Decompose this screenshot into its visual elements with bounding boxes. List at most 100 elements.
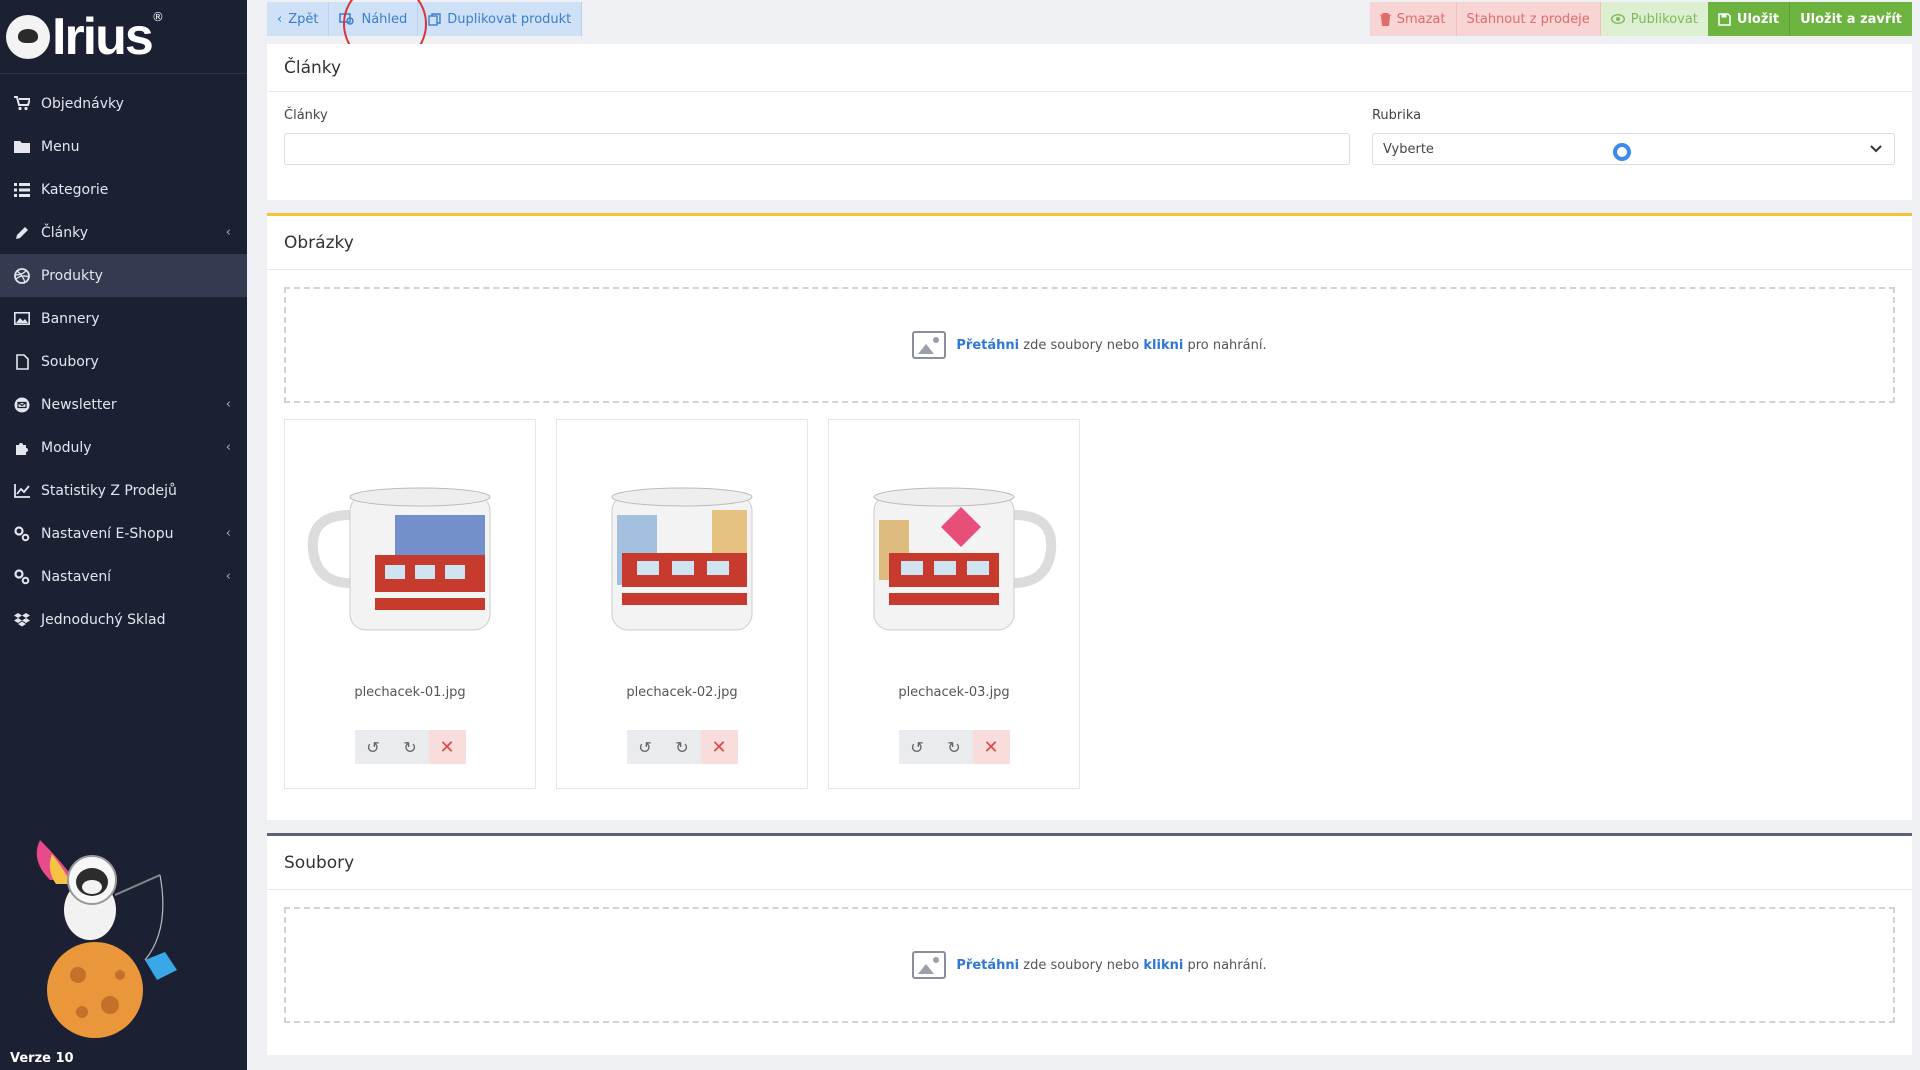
duplicate-product-button[interactable]: Duplikovat produkt — [418, 2, 583, 36]
back-button[interactable]: ‹ Zpět — [267, 2, 330, 36]
rotate-left-icon: ↺ — [366, 737, 380, 757]
delete-button-label: Smazat — [1396, 11, 1446, 27]
image-gallery: plechacek-01.jpg ↺ ↻ ✕ plechacek-02.jpg — [267, 403, 1912, 789]
close-icon: ✕ — [711, 736, 727, 758]
save-button[interactable]: Uložit — [1707, 2, 1790, 36]
publish-button-label: Publikovat — [1630, 11, 1698, 27]
delete-button[interactable]: Smazat — [1369, 2, 1457, 36]
image-card-actions: ↺ ↻ ✕ — [898, 730, 1010, 764]
dropzone-text-end: pro nahrání. — [1187, 957, 1267, 973]
close-icon: ✕ — [439, 736, 455, 758]
sidebar: Irius ® Objednávky Menu Kategorie Články… — [0, 0, 247, 1070]
rubric-select-value: Vyberte — [1382, 141, 1434, 157]
close-icon: ✕ — [983, 736, 999, 758]
eye-icon — [1610, 14, 1625, 24]
delete-image-button[interactable]: ✕ — [700, 730, 738, 764]
articles-field-label: Články — [284, 108, 328, 123]
version-label: Verze 10 — [10, 1051, 74, 1066]
sidebar-item-label: Články — [41, 224, 89, 241]
mouse-cursor-indicator — [1612, 143, 1631, 161]
click-link[interactable]: klikni — [1143, 338, 1183, 353]
articles-field: Články — [284, 108, 1350, 165]
trash-icon — [1379, 12, 1391, 26]
sidebar-item-label: Jednoduchý Sklad — [41, 611, 166, 628]
articles-input[interactable] — [284, 133, 1350, 165]
sidebar-item-soubory[interactable]: Soubory — [0, 340, 247, 383]
delete-image-button[interactable]: ✕ — [428, 730, 466, 764]
rotate-right-icon: ↻ — [947, 737, 961, 757]
preview-button-label: Náhled — [361, 11, 408, 27]
rubric-field-label: Rubrika — [1371, 108, 1422, 123]
sidebar-item-objednavky[interactable]: Objednávky — [0, 82, 247, 125]
dropzone-text: Přetáhni zde soubory nebo klikni pro nah… — [956, 958, 1266, 973]
sidebar-item-label: Soubory — [41, 353, 99, 370]
drag-link[interactable]: Přetáhni — [956, 958, 1019, 973]
mug-image-thumbnail[interactable] — [577, 465, 787, 645]
folder-icon — [13, 138, 31, 156]
chevron-left-icon: ‹ — [225, 397, 231, 412]
preview-button[interactable]: Náhled — [329, 2, 419, 36]
back-button-label: Zpět — [288, 11, 319, 27]
toolbar-right-group: Smazat Stahnout z prodeje Publikovat Ulo… — [1369, 2, 1912, 36]
image-card: plechacek-03.jpg ↺ ↻ ✕ — [828, 419, 1080, 789]
image-filename: plechacek-02.jpg — [626, 685, 738, 700]
sidebar-item-newsletter[interactable]: Newsletter ‹ — [0, 383, 247, 426]
sidebar-item-label: Objednávky — [41, 95, 124, 112]
files-panel: Soubory Přetáhni zde soubory nebo klikni… — [267, 833, 1912, 1055]
sidebar-item-produkty[interactable]: Produkty — [0, 254, 247, 297]
articles-field-row: Články Rubrika Vyberte — [267, 108, 1912, 165]
articles-panel-title: Články — [267, 44, 1912, 92]
logo-text: Irius — [52, 7, 154, 66]
sidebar-item-jednoduchy-sklad[interactable]: Jednoduchý Sklad — [0, 598, 247, 641]
sidebar-item-kategorie[interactable]: Kategorie — [0, 168, 247, 211]
dribbble-icon — [13, 267, 31, 285]
sidebar-item-nastaveni-eshopu[interactable]: Nastavení E-Shopu ‹ — [0, 512, 247, 555]
puzzle-icon — [13, 439, 31, 457]
dropbox-icon — [13, 611, 31, 629]
rotate-right-button[interactable]: ↻ — [663, 730, 701, 764]
sidebar-item-statistiky[interactable]: Statistiky Z Prodejů — [0, 469, 247, 512]
sidebar-item-label: Nastavení E-Shopu — [41, 525, 174, 542]
sidebar-item-label: Kategorie — [41, 181, 109, 198]
mug-image-thumbnail[interactable] — [305, 465, 515, 645]
toolbar-left-group: ‹ Zpět Náhled Duplikovat produkt — [267, 2, 583, 36]
dropzone-text-mid: zde soubory nebo — [1023, 337, 1140, 353]
rotate-left-button[interactable]: ↺ — [898, 730, 936, 764]
sidebar-item-label: Menu — [41, 138, 80, 155]
mug-image-thumbnail[interactable] — [849, 465, 1059, 645]
rotate-left-button[interactable]: ↺ — [626, 730, 664, 764]
chevron-left-icon: ‹ — [277, 11, 283, 27]
rotate-left-button[interactable]: ↺ — [354, 730, 392, 764]
save-close-button-label: Uložit a zavřít — [1800, 11, 1902, 27]
withdraw-from-sale-button[interactable]: Stahnout z prodeje — [1456, 2, 1601, 36]
sidebar-item-menu[interactable]: Menu — [0, 125, 247, 168]
rotate-left-icon: ↺ — [638, 737, 652, 757]
rotate-left-icon: ↺ — [910, 737, 924, 757]
list-icon — [13, 181, 31, 199]
rotate-right-button[interactable]: ↻ — [391, 730, 429, 764]
sidebar-item-clanky[interactable]: Články ‹ — [0, 211, 247, 254]
chevron-down-icon — [1870, 145, 1882, 153]
copy-icon — [428, 12, 441, 26]
chevron-left-icon: ‹ — [225, 569, 231, 584]
file-upload-dropzone[interactable]: Přetáhni zde soubory nebo klikni pro nah… — [284, 907, 1895, 1023]
logo[interactable]: Irius ® — [0, 0, 247, 74]
image-upload-dropzone[interactable]: Přetáhni zde soubory nebo klikni pro nah… — [284, 287, 1895, 403]
rotate-right-button[interactable]: ↻ — [935, 730, 973, 764]
rubric-field: Rubrika Vyberte — [1371, 108, 1895, 165]
rubric-select[interactable]: Vyberte — [1371, 133, 1895, 165]
image-card: plechacek-01.jpg ↺ ↻ ✕ — [284, 419, 536, 789]
image-placeholder-icon — [912, 331, 947, 359]
logo-registered-mark: ® — [151, 10, 164, 24]
sidebar-item-bannery[interactable]: Bannery — [0, 297, 247, 340]
articles-panel: Články Články Rubrika Vyberte — [267, 44, 1912, 200]
sidebar-item-moduly[interactable]: Moduly ‹ — [0, 426, 247, 469]
publish-button[interactable]: Publikovat — [1600, 2, 1708, 36]
image-placeholder-icon — [912, 951, 947, 979]
click-link[interactable]: klikni — [1143, 958, 1183, 973]
drag-link[interactable]: Přetáhni — [956, 338, 1019, 353]
sidebar-item-nastaveni[interactable]: Nastavení ‹ — [0, 555, 247, 598]
save-and-close-button[interactable]: Uložit a zavřít — [1789, 2, 1912, 36]
delete-image-button[interactable]: ✕ — [972, 730, 1010, 764]
sidebar-item-label: Newsletter — [41, 396, 117, 413]
